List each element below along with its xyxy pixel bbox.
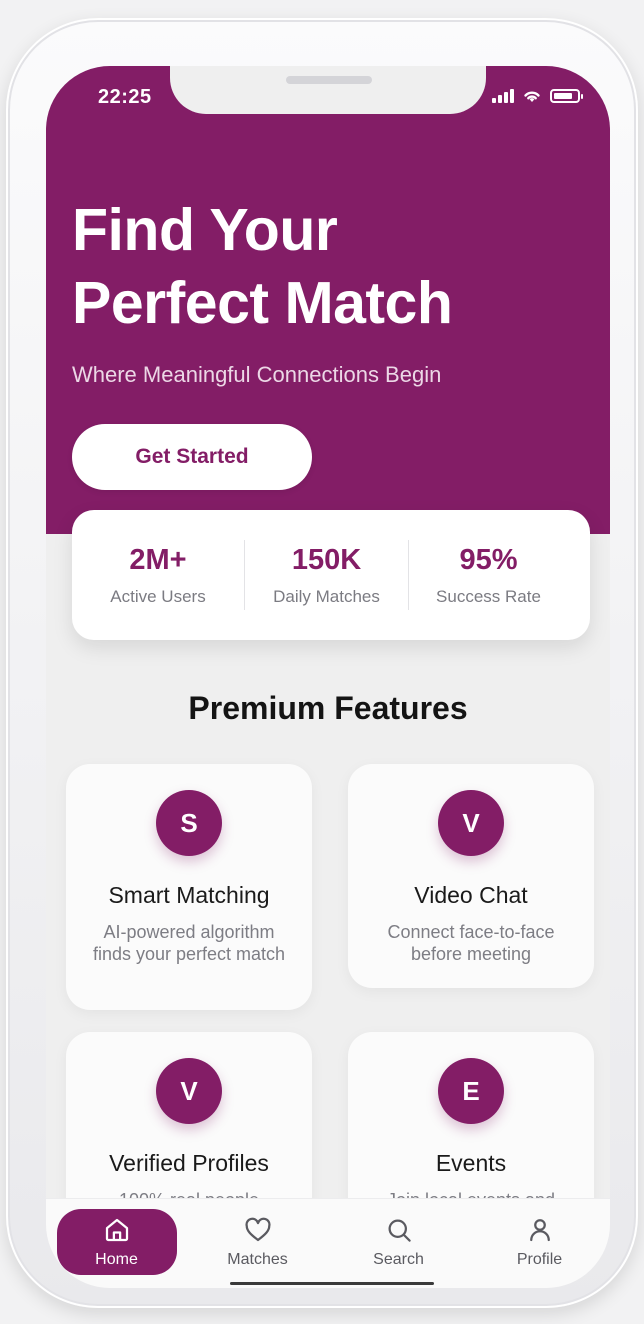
heart-icon	[244, 1217, 271, 1242]
signal-icon	[492, 89, 514, 103]
stat-label: Active Users	[110, 586, 206, 606]
wifi-icon	[524, 91, 540, 102]
stat-daily-matches: 150K Daily Matches	[244, 540, 408, 610]
feature-card-video-chat[interactable]: V Video Chat Connect face-to-face before…	[348, 764, 594, 988]
tab-label: Search	[373, 1251, 424, 1268]
feature-badge: V	[156, 1058, 222, 1124]
feature-badge: S	[156, 790, 222, 856]
tab-label: Home	[95, 1251, 138, 1268]
hero-title: Find Your Perfect Match	[72, 194, 592, 340]
bottom-tab-bar: Home Matches Search Profile	[46, 1198, 610, 1288]
tab-label: Profile	[516, 1251, 563, 1268]
feature-description: Connect face-to-face before meeting	[387, 922, 555, 964]
status-time: 22:25	[98, 86, 152, 108]
phone-frame: 22:25 Find Your Perfect Match Where Mean…	[6, 18, 638, 1308]
premium-features-title: Premium Features	[188, 690, 468, 726]
search-icon	[388, 1219, 411, 1242]
feature-card-smart-matching[interactable]: S Smart Matching AI-powered algorithm fi…	[66, 764, 312, 1010]
feature-title: Verified Profiles	[109, 1150, 269, 1176]
stat-active-users: 2M+ Active Users	[72, 540, 244, 610]
tab-matches[interactable]: Matches	[198, 1209, 318, 1275]
feature-badge: E	[438, 1058, 504, 1124]
feature-title: Events	[435, 1150, 507, 1176]
user-icon	[529, 1219, 550, 1242]
tab-profile[interactable]: Profile	[480, 1209, 600, 1275]
feature-title: Smart Matching	[108, 882, 270, 908]
stat-success-rate: 95% Success Rate	[408, 540, 568, 610]
status-icons	[492, 88, 583, 104]
device-notch	[170, 66, 486, 114]
hero-subtitle: Where Meaningful Connections Begin	[72, 362, 442, 387]
tab-label: Matches	[227, 1251, 288, 1268]
hero-title-line-1: Find Your	[72, 197, 338, 263]
hero-title-line-2: Perfect Match	[72, 270, 453, 336]
home-icon	[105, 1218, 128, 1242]
stat-label: Success Rate	[436, 586, 541, 606]
app-screen: 22:25 Find Your Perfect Match Where Mean…	[46, 66, 610, 1288]
speaker-grille	[286, 76, 372, 84]
stat-value: 2M+	[129, 543, 187, 576]
feature-badge: V	[438, 790, 504, 856]
stat-value: 95%	[459, 543, 518, 576]
tab-search[interactable]: Search	[339, 1209, 459, 1275]
home-indicator	[230, 1282, 434, 1285]
stat-value: 150K	[291, 543, 362, 576]
battery-icon	[550, 89, 583, 103]
tab-home[interactable]: Home	[56, 1209, 177, 1275]
feature-description: AI-powered algorithm finds your perfect …	[92, 922, 286, 964]
feature-title: Video Chat	[414, 882, 528, 908]
stat-label: Daily Matches	[273, 586, 380, 606]
get-started-button[interactable]: Get Started	[72, 424, 312, 490]
stats-card: 2M+ Active Users 150K Daily Matches 95% …	[72, 510, 590, 640]
